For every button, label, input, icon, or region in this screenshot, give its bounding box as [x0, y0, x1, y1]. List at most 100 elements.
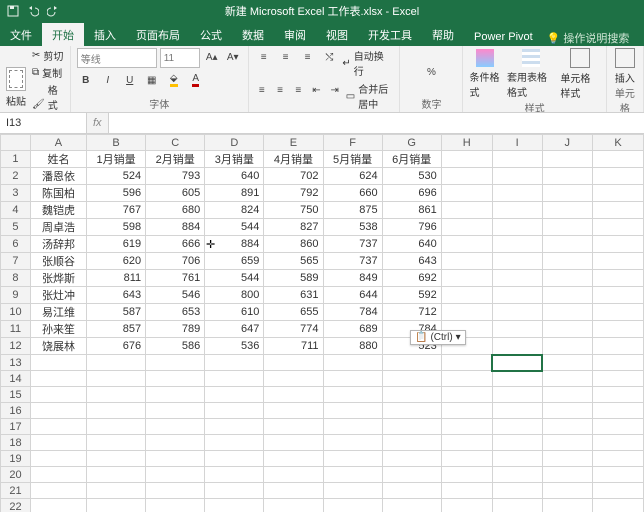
copy-button[interactable]: ⧉复制: [32, 65, 64, 80]
header-cell[interactable]: 3月销量: [205, 151, 264, 168]
cell[interactable]: [30, 387, 86, 403]
cell[interactable]: [382, 387, 441, 403]
cell[interactable]: [592, 321, 643, 338]
tab-文件[interactable]: 文件: [0, 23, 42, 46]
cell[interactable]: 饶展林: [30, 338, 86, 355]
cell[interactable]: [492, 236, 542, 253]
cell[interactable]: 张顺谷: [30, 253, 86, 270]
cell[interactable]: [592, 403, 643, 419]
cell[interactable]: [264, 435, 323, 451]
tab-插入[interactable]: 插入: [84, 23, 126, 46]
tab-数据[interactable]: 数据: [232, 23, 274, 46]
cell[interactable]: [441, 435, 492, 451]
cell[interactable]: 737: [323, 253, 382, 270]
paste-button[interactable]: 粘贴: [6, 67, 26, 108]
cell[interactable]: 易江维: [30, 304, 86, 321]
cell[interactable]: 659: [205, 253, 264, 270]
select-all-cell[interactable]: [1, 135, 31, 151]
align-left-icon[interactable]: ≡: [255, 81, 269, 99]
cell[interactable]: 824: [205, 202, 264, 219]
cell[interactable]: [542, 403, 592, 419]
cell[interactable]: [492, 403, 542, 419]
cell[interactable]: [264, 499, 323, 512]
cell[interactable]: 796: [382, 219, 441, 236]
cell[interactable]: 589: [264, 270, 323, 287]
cell[interactable]: 596: [87, 185, 146, 202]
cell[interactable]: [87, 355, 146, 371]
cell[interactable]: [87, 387, 146, 403]
cell[interactable]: [441, 270, 492, 287]
cell[interactable]: [542, 371, 592, 387]
cell[interactable]: 647: [205, 321, 264, 338]
cell[interactable]: [492, 419, 542, 435]
cell[interactable]: [441, 202, 492, 219]
tell-me-search[interactable]: 💡操作说明搜索: [547, 30, 630, 46]
cell[interactable]: [205, 467, 264, 483]
cell[interactable]: [441, 387, 492, 403]
cell[interactable]: [382, 435, 441, 451]
indent-inc-icon[interactable]: ⇥: [328, 81, 342, 99]
cell[interactable]: 598: [87, 219, 146, 236]
cell[interactable]: [542, 253, 592, 270]
cell[interactable]: [264, 467, 323, 483]
row-header[interactable]: 14: [1, 371, 31, 387]
cell[interactable]: [492, 355, 542, 371]
cell[interactable]: 860: [264, 236, 323, 253]
cell[interactable]: [542, 355, 592, 371]
cell[interactable]: 811: [87, 270, 146, 287]
cell[interactable]: [146, 371, 205, 387]
cell[interactable]: 767: [87, 202, 146, 219]
cell[interactable]: [205, 499, 264, 512]
col-header-G[interactable]: G: [382, 135, 441, 151]
row-header[interactable]: 17: [1, 419, 31, 435]
row-header[interactable]: 7: [1, 253, 31, 270]
cell[interactable]: 666: [146, 236, 205, 253]
align-right-icon[interactable]: ≡: [291, 81, 305, 99]
cell[interactable]: 孙来笙: [30, 321, 86, 338]
cell[interactable]: 644: [323, 287, 382, 304]
row-header[interactable]: 13: [1, 355, 31, 371]
cell[interactable]: [441, 219, 492, 236]
cell[interactable]: [542, 304, 592, 321]
cell[interactable]: [382, 419, 441, 435]
col-header-H[interactable]: H: [441, 135, 492, 151]
cell[interactable]: [592, 185, 643, 202]
cell[interactable]: [323, 387, 382, 403]
font-size-select[interactable]: 11: [160, 48, 200, 68]
cell[interactable]: [441, 467, 492, 483]
cell[interactable]: [205, 355, 264, 371]
increase-font-icon[interactable]: A▴: [203, 48, 221, 66]
cell[interactable]: [441, 371, 492, 387]
cell[interactable]: [441, 403, 492, 419]
row-header[interactable]: 15: [1, 387, 31, 403]
cell[interactable]: [492, 387, 542, 403]
cell[interactable]: 784: [323, 304, 382, 321]
cell[interactable]: [382, 403, 441, 419]
cell[interactable]: [87, 499, 146, 512]
cell[interactable]: 544: [205, 219, 264, 236]
row-header[interactable]: 16: [1, 403, 31, 419]
cell[interactable]: 875: [323, 202, 382, 219]
cell[interactable]: 706: [146, 253, 205, 270]
header-cell[interactable]: 6月销量: [382, 151, 441, 168]
cell[interactable]: [492, 202, 542, 219]
redo-icon[interactable]: [46, 4, 60, 18]
col-header-J[interactable]: J: [542, 135, 592, 151]
cell[interactable]: [542, 419, 592, 435]
cell[interactable]: [441, 185, 492, 202]
format-table-button[interactable]: 套用表格格式: [507, 49, 554, 99]
cell[interactable]: 544: [205, 270, 264, 287]
cell[interactable]: [592, 499, 643, 512]
row-header[interactable]: 11: [1, 321, 31, 338]
cell[interactable]: [30, 451, 86, 467]
cell[interactable]: [323, 467, 382, 483]
cell[interactable]: [264, 355, 323, 371]
cell[interactable]: 711: [264, 338, 323, 355]
cell[interactable]: [264, 403, 323, 419]
cell[interactable]: 653: [146, 304, 205, 321]
cell[interactable]: [492, 168, 542, 185]
worksheet-grid[interactable]: ABCDEFGHIJK1姓名1月销量2月销量3月销量4月销量5月销量6月销量2潘…: [0, 134, 644, 512]
cell[interactable]: 884: [146, 219, 205, 236]
cell[interactable]: [592, 287, 643, 304]
cell[interactable]: 538: [323, 219, 382, 236]
